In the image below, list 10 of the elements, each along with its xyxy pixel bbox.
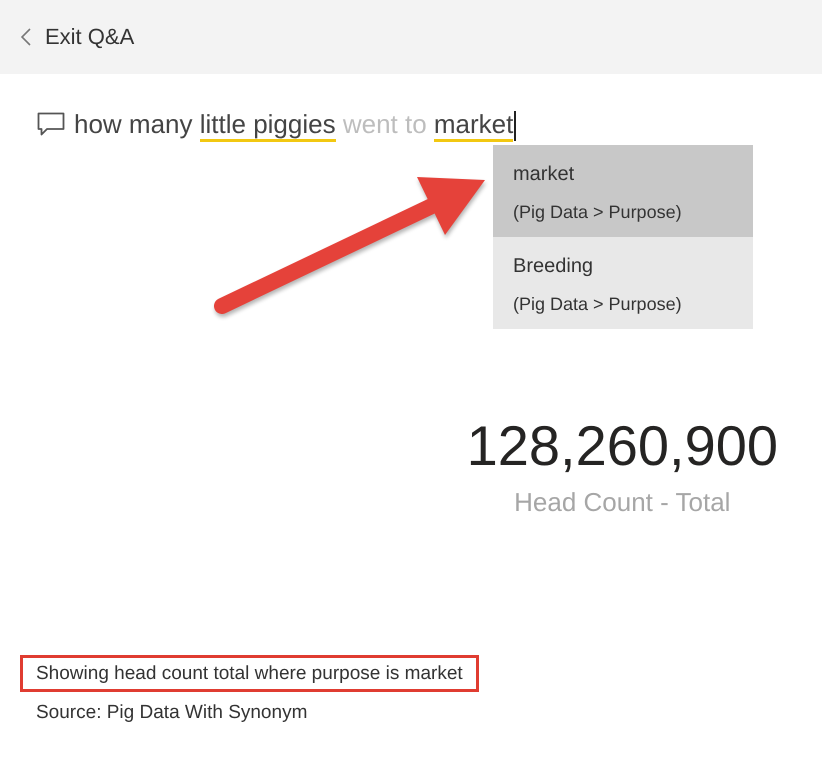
question-field[interactable]: how many little piggies went to market bbox=[74, 107, 516, 142]
suggestion-item[interactable]: Breeding (Pig Data > Purpose) bbox=[493, 237, 753, 329]
source-text: Source: Pig Data With Synonym bbox=[35, 701, 308, 725]
chevron-left-icon bbox=[21, 28, 31, 46]
suggestion-item[interactable]: market (Pig Data > Purpose) bbox=[493, 145, 753, 237]
kpi-value: 128,260,900 bbox=[466, 414, 778, 478]
exit-qa-button[interactable]: Exit Q&A bbox=[17, 20, 138, 54]
speech-bubble-icon bbox=[37, 112, 65, 136]
kpi-label: Head Count - Total bbox=[514, 486, 730, 518]
restatement-text: Showing head count total where purpose is market bbox=[36, 662, 463, 686]
